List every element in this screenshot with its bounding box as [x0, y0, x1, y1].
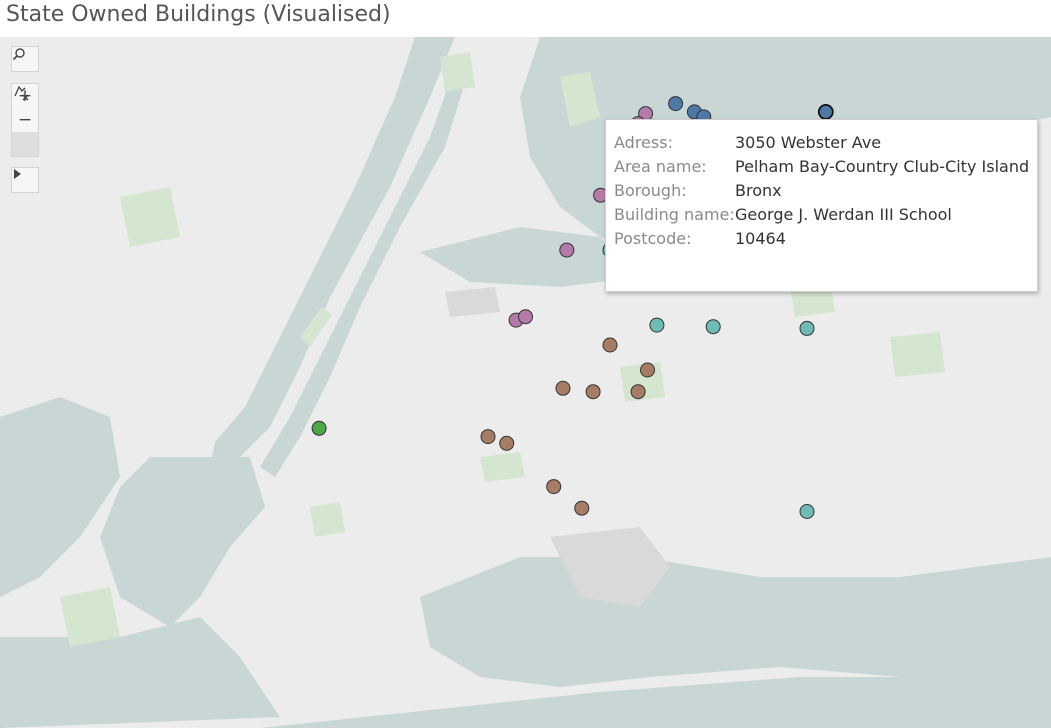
laguardia-airport [445, 287, 500, 317]
building-marker-manhattan[interactable] [559, 242, 575, 258]
alley-pond-park [890, 332, 945, 377]
search-control[interactable] [11, 46, 39, 72]
building-marker-bronx[interactable] [817, 104, 834, 120]
nj-park [120, 187, 180, 247]
lower-bay [0, 617, 280, 728]
building-marker-brooklyn[interactable] [585, 384, 601, 400]
building-marker-brooklyn[interactable] [499, 435, 515, 451]
tooltip-row-borough: Borough: Bronx [614, 178, 1037, 202]
tooltip-value: Bronx [735, 180, 782, 200]
prospect-park [310, 502, 345, 537]
tooltip-value: 10464 [735, 228, 786, 248]
building-marker-brooklyn[interactable] [574, 500, 590, 516]
newark-bay [0, 397, 120, 597]
tooltip-row-building-name: Building name: George J. Werdan III Scho… [614, 202, 1037, 226]
forest-park [480, 452, 525, 482]
staten-greenbelt [60, 587, 120, 647]
atlantic-ocean [260, 677, 1051, 728]
building-marker-queens[interactable] [705, 319, 721, 335]
building-marker-brooklyn[interactable] [555, 380, 571, 396]
expand-arrow-icon[interactable] [12, 168, 38, 192]
van-cortlandt-park [440, 52, 475, 92]
building-marker-brooklyn[interactable] [640, 362, 655, 378]
tooltip-value: George J. Werdan III School [735, 204, 952, 224]
building-marker-queens[interactable] [799, 504, 815, 519]
building-marker-staten-island[interactable] [311, 420, 327, 436]
pin-clear-icon[interactable] [12, 85, 38, 156]
building-marker-queens[interactable] [799, 320, 815, 336]
tooltip-label: Area name: [614, 156, 707, 176]
tooltip-value: 3050 Webster Ave [735, 132, 882, 152]
building-marker-brooklyn[interactable] [546, 479, 562, 495]
tooltip-value: Pelham Bay-Country Club-City Island [735, 156, 1030, 176]
tooltip-label: Borough: [614, 180, 687, 200]
zoom-out-button[interactable]: − [12, 108, 38, 132]
building-marker-brooklyn[interactable] [630, 384, 646, 400]
jamaica-bay [420, 557, 1051, 687]
building-marker-bronx[interactable] [668, 96, 684, 112]
map-view[interactable]: + − Adress: 3050 Webster Ave Area name: … [0, 37, 1051, 728]
tooltip-label: Adress: [614, 132, 673, 152]
building-marker-brooklyn[interactable] [480, 429, 496, 445]
tooltip-label: Postcode: [614, 228, 692, 248]
zoom-controls: + − [11, 83, 39, 157]
upper-bay [100, 457, 265, 627]
tooltip-row-area-name: Area name: Pelham Bay-Country Club-City … [614, 154, 1037, 178]
east-river [260, 67, 470, 477]
search-icon[interactable] [12, 47, 38, 71]
hudson-river [210, 37, 455, 467]
toolbar-expand[interactable] [11, 167, 39, 193]
building-marker-queens[interactable] [649, 317, 665, 333]
building-marker-brooklyn[interactable] [602, 337, 618, 353]
tooltip-row-address: Adress: 3050 Webster Ave [614, 130, 1037, 154]
tooltip-row-postcode: Postcode: 10464 [614, 226, 1037, 250]
building-marker-manhattan[interactable] [518, 309, 533, 325]
tooltip: Adress: 3050 Webster Ave Area name: Pelh… [605, 119, 1038, 292]
tooltip-label: Building name: [614, 204, 735, 224]
page-title: State Owned Buildings (Visualised) [6, 2, 391, 27]
